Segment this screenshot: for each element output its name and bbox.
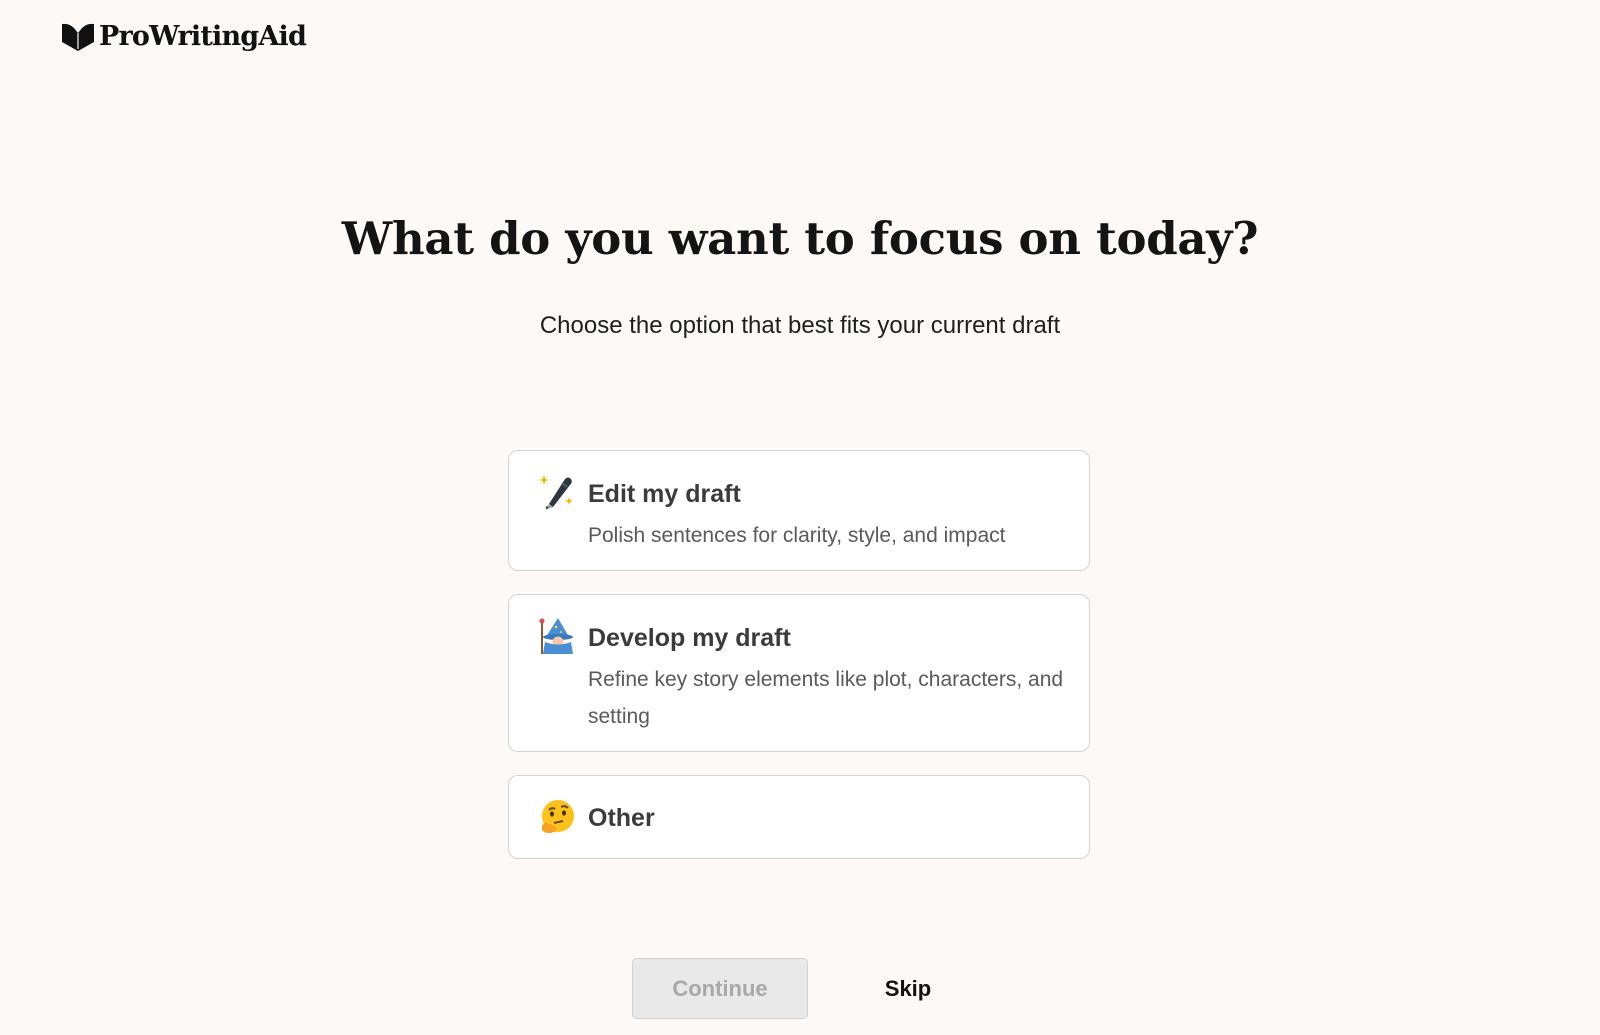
option-description: Refine key story elements like plot, cha… — [588, 668, 1064, 728]
page-title: What do you want to focus on today? — [341, 212, 1259, 265]
option-title: Edit my draft — [588, 480, 741, 508]
page-subtitle: Choose the option that best fits your cu… — [539, 312, 1061, 339]
brand-logo[interactable]: ProWritingAid — [61, 18, 307, 54]
wizard-icon — [539, 618, 573, 654]
pen-sparkles-icon — [539, 475, 573, 510]
option-title: Develop my draft — [588, 624, 791, 652]
thinking-face-icon — [542, 800, 574, 834]
continue-button[interactable]: Continue — [632, 958, 808, 1019]
option-title: Other — [588, 804, 655, 832]
book-heart-icon — [62, 23, 94, 51]
option-other[interactable]: Other — [508, 775, 1090, 859]
option-develop-my-draft[interactable]: Develop my draft Refine key story elemen… — [508, 594, 1090, 752]
skip-button[interactable]: Skip — [858, 958, 958, 1019]
option-edit-my-draft[interactable]: Edit my draft Polish sentences for clari… — [508, 450, 1090, 571]
option-description: Polish sentences for clarity, style, and… — [588, 524, 1006, 547]
brand-name: ProWritingAid — [99, 20, 307, 52]
